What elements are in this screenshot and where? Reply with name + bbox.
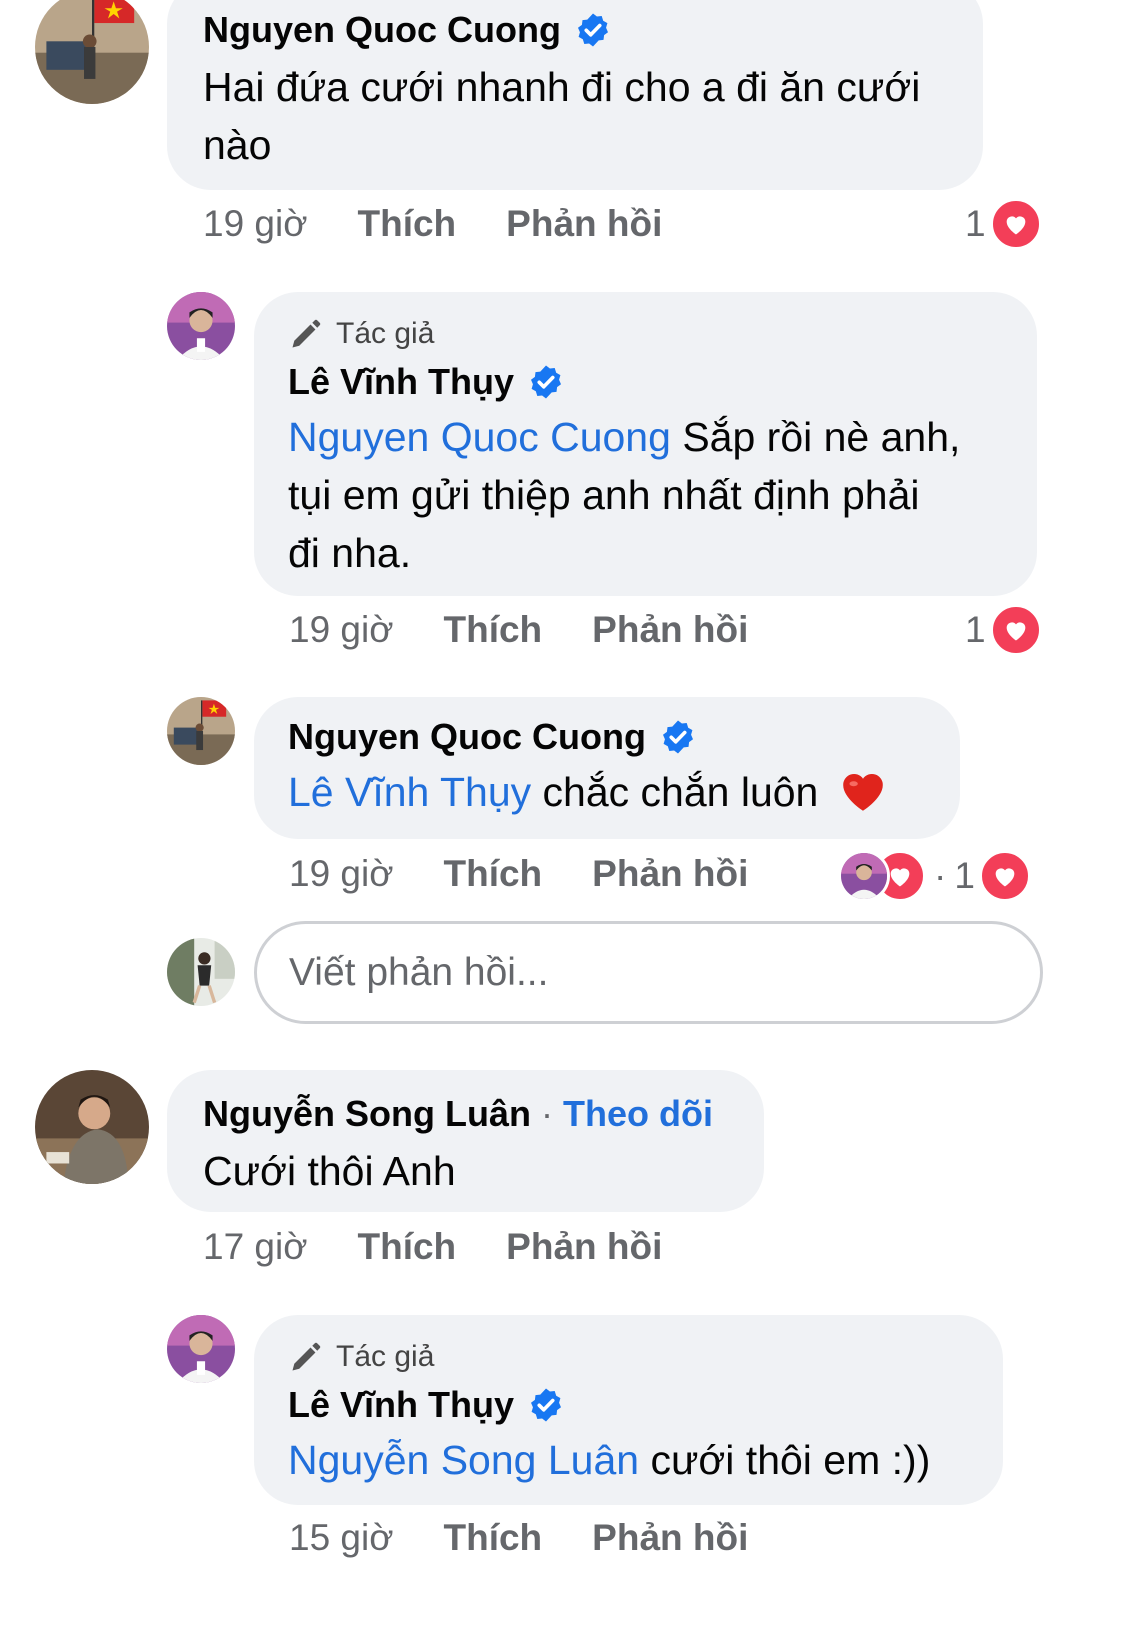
like-button[interactable]: Thích [444,1517,543,1559]
heart-icon [978,850,1031,902]
reaction-summary[interactable]: · 1 [838,850,1031,902]
like-button[interactable]: Thích [444,853,543,895]
reply-bubble: Nguyen Quoc Cuong Lê Vĩnh Thụy chắc chắn… [254,697,960,839]
comment-text: Nguyễn Song Luân cưới thôi em :)) [288,1437,931,1483]
comment-actions: 15 giờ Thích Phản hồi [289,1517,748,1559]
verified-badge-icon [528,1387,564,1423]
like-button[interactable]: Thích [358,203,457,245]
comment-actions: 19 giờ Thích Phản hồi [203,203,662,245]
avatar-le-vinh-thuy[interactable] [167,292,235,360]
pen-icon [288,1339,324,1375]
comment-actions: 19 giờ Thích Phản hồi [289,853,748,895]
comment-author[interactable]: Nguyen Quoc Cuong [288,715,960,759]
reply-button[interactable]: Phản hồi [592,609,748,651]
author-badge: Tác giả [288,1337,1003,1377]
comment-text: Hai đứa cưới nhanh đi cho a đi ăn cưới n… [203,64,921,168]
avatar-nguyen-quoc-cuong[interactable] [35,0,149,104]
mention-link[interactable]: Lê Vĩnh Thụy [288,769,531,815]
comment-actions: 17 giờ Thích Phản hồi [203,1226,662,1268]
verified-badge-icon [528,364,564,400]
comment-text: Lê Vĩnh Thụy chắc chắn luôn [288,763,960,821]
pen-icon [288,316,324,352]
comment-time[interactable]: 17 giờ [203,1226,308,1268]
comment-author[interactable]: Nguyen Quoc Cuong [203,8,983,52]
comment-text: Nguyen Quoc Cuong Sắp rồi nè anh, tụi em… [288,414,961,576]
follow-button[interactable]: Theo dõi [563,1092,713,1136]
heart-icon [989,604,1042,656]
reactor-avatar [838,850,890,902]
comment-author[interactable]: Lê Vĩnh Thụy [288,1383,1003,1427]
comment-time[interactable]: 19 giờ [289,853,394,895]
comment-author[interactable]: Lê Vĩnh Thụy [288,360,1037,404]
separator-dot: · [934,855,947,896]
reply-button[interactable]: Phản hồi [592,1517,748,1559]
red-heart-emoji [838,766,888,816]
mention-link[interactable]: Nguyen Quoc Cuong [288,414,671,460]
reply-button[interactable]: Phản hồi [592,853,748,895]
like-button[interactable]: Thích [444,609,543,651]
avatar-le-vinh-thuy[interactable] [167,1315,235,1383]
comment-author[interactable]: Nguyễn Song Luân [203,1092,531,1136]
reply-button[interactable]: Phản hồi [506,1226,662,1268]
comment-time[interactable]: 15 giờ [289,1517,394,1559]
reaction-count: 1 [954,855,975,896]
reply-input[interactable]: Viết phản hồi... [254,921,1043,1024]
reaction-count: 1 [965,203,986,244]
comment-text: Cưới thôi Anh [203,1148,456,1194]
avatar-nguyen-song-luan[interactable] [35,1070,149,1184]
author-badge: Tác giả [288,314,1037,354]
reply-bubble: Tác giả Lê Vĩnh Thụy Nguyen Quoc Cuong S… [254,292,1037,596]
comment-bubble: Nguyen Quoc Cuong Hai đứa cưới nhanh đi … [167,0,983,190]
reply-bubble: Tác giả Lê Vĩnh Thụy Nguyễn Song Luân cư… [254,1315,1003,1505]
reaction-summary[interactable]: 1 [965,604,1042,656]
current-user-avatar[interactable] [167,938,235,1006]
reaction-summary[interactable]: 1 [965,198,1042,250]
like-button[interactable]: Thích [358,1226,457,1268]
heart-icon [989,198,1042,250]
verified-badge-icon [660,719,696,755]
reaction-count: 1 [965,609,986,650]
verified-badge-icon [575,12,611,48]
reply-button[interactable]: Phản hồi [506,203,662,245]
comment-time[interactable]: 19 giờ [289,609,394,651]
reply-input-placeholder: Viết phản hồi... [289,950,549,994]
avatar-nguyen-quoc-cuong[interactable] [167,697,235,765]
comment-bubble: Nguyễn Song Luân · Theo dõi Cưới thôi An… [167,1070,764,1212]
comment-author-row: Nguyễn Song Luân · Theo dõi [203,1092,764,1136]
comment-actions: 19 giờ Thích Phản hồi [289,609,748,651]
mention-link[interactable]: Nguyễn Song Luân [288,1437,639,1483]
comment-time[interactable]: 19 giờ [203,203,308,245]
separator-dot: · [541,1093,553,1134]
